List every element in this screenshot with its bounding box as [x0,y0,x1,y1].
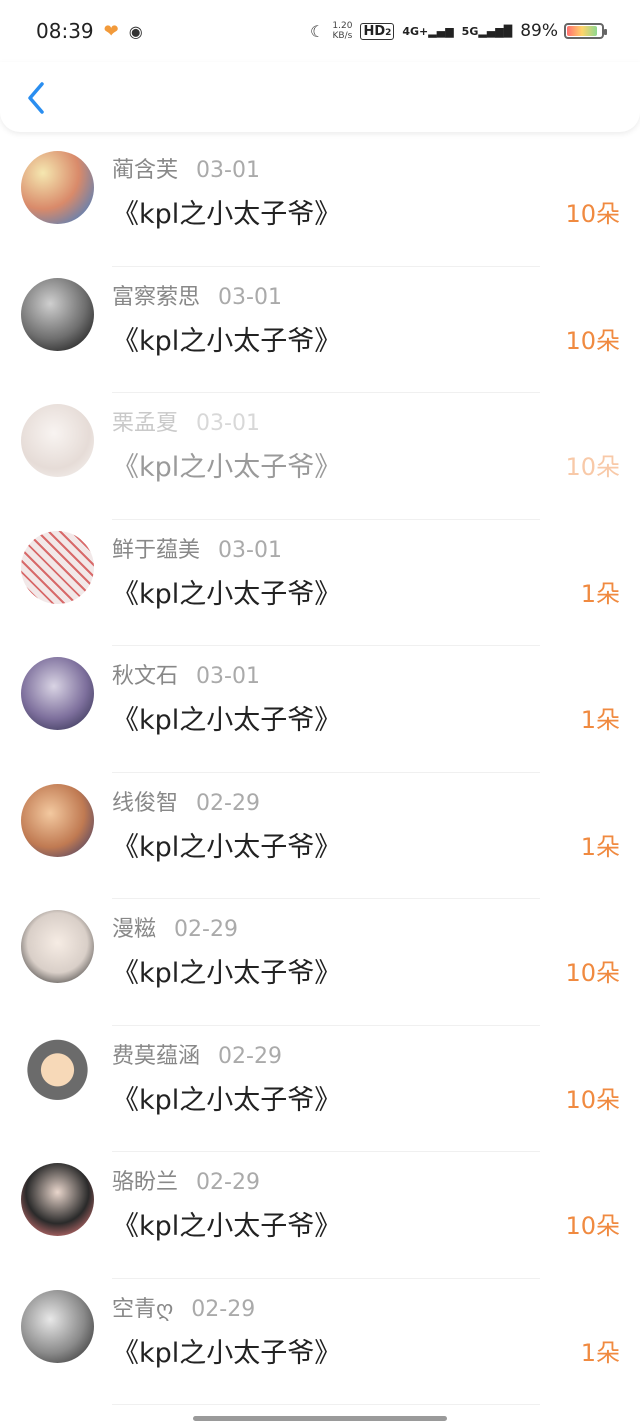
status-bar: 08:39 ❤ ◉ ☾ 1.20 KB/s HD2 4G+▂▄▆ 5G▂▄▆█ … [0,0,640,62]
name-row: 蔺含芙 03-01 [112,152,260,184]
work-title[interactable]: 《kpl之小太子爷》 [112,825,341,864]
list-item[interactable]: 骆盼兰 02-29 《kpl之小太子爷》 10朵 [0,1152,640,1279]
hd-sub: 2 [385,27,392,38]
list-item[interactable]: 富察萦思 03-01 《kpl之小太子爷》 10朵 [0,267,640,393]
user-name[interactable]: 鲜于蕴美 [112,532,200,564]
avatar[interactable] [21,1163,94,1236]
work-title[interactable]: 《kpl之小太子爷》 [112,1078,341,1117]
work-title[interactable]: 《kpl之小太子爷》 [112,1204,341,1243]
list-item[interactable]: 漫糍 02-29 《kpl之小太子爷》 10朵 [0,899,640,1026]
moon-icon: ☾ [310,21,325,41]
user-name[interactable]: 费莫蕴涵 [112,1038,200,1070]
back-button[interactable] [22,80,50,116]
heart-badge-icon: ❤ [103,20,119,42]
battery-fill [567,26,598,36]
gift-count: 10朵 [565,1212,620,1240]
avatar[interactable] [21,1036,94,1110]
gift-record-list: 蔺含芙 03-01 《kpl之小太子爷》 10朵 富察萦思 03-01 《kpl… [0,140,640,1405]
name-row: 鲜于蕴美 03-01 [112,532,282,564]
avatar[interactable] [21,530,94,604]
work-title[interactable]: 《kpl之小太子爷》 [112,698,341,737]
date: 03-01 [218,537,282,563]
gift-count: 10朵 [565,1085,620,1114]
date: 03-01 [196,664,260,689]
name-row: 富察萦思 03-01 [112,279,282,311]
date: 03-01 [218,284,282,310]
gift-count: 10朵 [565,200,620,228]
battery-icon [564,23,607,39]
avatar[interactable] [21,277,94,351]
date: 03-01 [196,411,260,436]
name-row: 骆盼兰 02-29 [112,1164,260,1196]
battery: 89% [520,21,607,41]
avatar[interactable] [21,657,94,730]
net-speed: 1.20 KB/s [332,21,352,41]
work-title[interactable]: 《kpl之小太子爷》 [112,319,341,358]
list-item[interactable]: 空青ღ 02-29 《kpl之小太子爷》 1朵 [0,1279,640,1405]
avatar[interactable] [21,783,94,857]
date: 02-29 [196,790,260,816]
work-title[interactable]: 《kpl之小太子爷》 [112,445,341,484]
name-row: 空青ღ 02-29 [112,1291,255,1323]
avatar[interactable] [21,151,94,224]
network-4g-label: 4G+ [402,24,429,38]
list-item[interactable]: 秋文石 03-01 《kpl之小太子爷》 1朵 [0,646,640,773]
user-name[interactable]: 富察萦思 [112,279,200,311]
avatar[interactable] [21,910,94,983]
date: 02-29 [218,1043,282,1069]
signal-5g-icon: 5G▂▄▆█ [461,24,513,38]
hd-label: HD [363,23,386,39]
network-5g-label: 5G [461,24,479,38]
list-item[interactable]: 线俊智 02-29 《kpl之小太子爷》 1朵 [0,773,640,899]
signal-4g-icon: 4G+▂▄▆ [402,24,454,38]
user-name[interactable]: 栗孟夏 [112,405,178,437]
gift-count: 10朵 [565,959,620,987]
net-speed-unit: KB/s [332,31,353,41]
status-left: 08:39 ❤ ◉ [36,19,143,43]
user-name[interactable]: 线俊智 [112,785,178,817]
avatar[interactable] [21,1289,94,1363]
net-speed-value: 1.20 [332,21,353,31]
hd-icon: HD2 [360,22,395,40]
user-name[interactable]: 秋文石 [112,658,178,690]
name-row: 秋文石 03-01 [112,658,260,690]
nav-bar [0,62,640,132]
gift-count: 1朵 [580,1338,620,1367]
work-title[interactable]: 《kpl之小太子爷》 [112,1331,341,1370]
home-indicator[interactable] [193,1416,447,1421]
date: 02-29 [174,917,238,942]
gift-count: 1朵 [580,706,620,734]
list-item[interactable]: 蔺含芙 03-01 《kpl之小太子爷》 10朵 [0,140,640,267]
date: 02-29 [191,1296,256,1322]
user-name[interactable]: 漫糍 [112,911,156,943]
clock: 08:39 [36,19,94,43]
user-name[interactable]: 蔺含芙 [112,152,178,184]
name-row: 漫糍 02-29 [112,911,238,943]
work-title[interactable]: 《kpl之小太子爷》 [112,192,341,231]
chevron-left-icon [28,82,44,114]
gift-count: 1朵 [580,832,620,861]
name-row: 栗孟夏 03-01 [112,405,260,437]
work-title[interactable]: 《kpl之小太子爷》 [112,951,341,990]
date: 03-01 [196,158,260,183]
list-item[interactable]: 鲜于蕴美 03-01 《kpl之小太子爷》 1朵 [0,520,640,646]
battery-percent: 89% [520,21,558,41]
date: 02-29 [196,1170,260,1195]
gift-count: 10朵 [565,453,620,481]
app-notification-icon: ◉ [128,21,143,41]
user-name[interactable]: 骆盼兰 [112,1164,178,1196]
list-item[interactable]: 栗孟夏 03-01 《kpl之小太子爷》 10朵 [0,393,640,520]
avatar[interactable] [21,404,94,477]
gift-count: 1朵 [580,579,620,608]
work-title[interactable]: 《kpl之小太子爷》 [112,572,341,611]
list-item[interactable]: 费莫蕴涵 02-29 《kpl之小太子爷》 10朵 [0,1026,640,1152]
status-right: ☾ 1.20 KB/s HD2 4G+▂▄▆ 5G▂▄▆█ 89% [310,21,607,41]
divider [112,1404,540,1405]
gift-count: 10朵 [565,326,620,355]
name-row: 费莫蕴涵 02-29 [112,1038,282,1070]
name-row: 线俊智 02-29 [112,785,260,817]
user-name[interactable]: 空青ღ [112,1291,173,1323]
